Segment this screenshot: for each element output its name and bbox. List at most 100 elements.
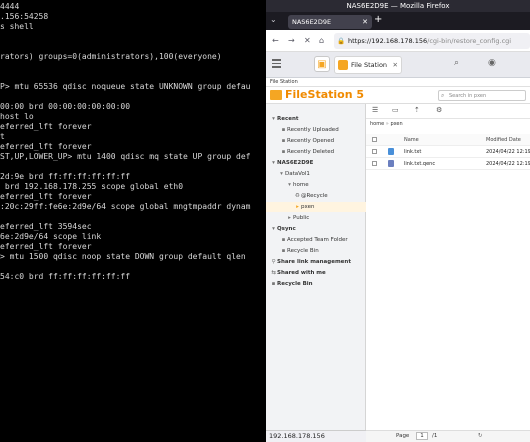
sidebar-item-qsync-recycle-bin[interactable]: ▪ Recycle Bin	[266, 246, 366, 256]
share-icon: ⇆	[271, 270, 276, 276]
row-checkbox[interactable]	[372, 161, 377, 166]
sidebar-item-recently-deleted[interactable]: ▪ Recently Deleted	[266, 147, 366, 157]
encrypted-file-icon	[388, 160, 394, 167]
navigation-bar: ← → ✕ ⌂ 🔒 https://192.168.178.156/cgi-bi…	[266, 30, 530, 52]
chevron-down-icon: ▾	[272, 226, 275, 232]
terminal-line: 4444	[0, 2, 20, 11]
terminal-line: eferred_lft forever	[0, 192, 92, 201]
terminal-line: brd 192.168.178.255 scope global eth0	[0, 182, 184, 191]
sidebar-item-pxen[interactable]: ▸ pxen	[266, 202, 366, 212]
text-file-icon	[388, 148, 394, 155]
new-tab-icon[interactable]: +	[374, 14, 382, 25]
column-name[interactable]: Name	[404, 134, 419, 146]
back-icon[interactable]: ←	[272, 36, 279, 45]
sidebar-item-share-link-management[interactable]: ⚲Share link management	[266, 257, 366, 267]
folder-icon: ▸	[288, 215, 291, 221]
file-station-sidebar: ▾ Recent ▪ Recently Uploaded ▪ Recently Ope…	[266, 104, 366, 430]
terminal-line: .156:54258	[0, 12, 49, 21]
sidebar-item-recycle-folder[interactable]: ♻@Recycle	[266, 191, 366, 201]
home-icon[interactable]: ⌂	[319, 36, 324, 45]
terminal-line: t	[0, 132, 5, 141]
sidebar-item-recycle-bin[interactable]: ▪ Recycle Bin	[266, 279, 366, 289]
sidebar-item-home[interactable]: ▾ home	[266, 180, 366, 190]
table-row[interactable]: link.txt.qenc 2024/04/22 12:19	[366, 158, 530, 170]
sidebar-item-datavol1[interactable]: ▾ DataVol1	[266, 169, 366, 179]
terminal-line: rators) groups=0(administrators),100(eve…	[0, 52, 222, 61]
browser-tab[interactable]: NAS6E2D9E ✕	[288, 15, 372, 29]
list-tabs-icon[interactable]: ⌄	[270, 15, 277, 24]
sidebar-item-recently-opened[interactable]: ▪ Recently Opened	[266, 136, 366, 146]
file-name[interactable]: link.txt.qenc	[404, 158, 435, 170]
sidebar-item-accepted-team-folder[interactable]: ▪ Accepted Team Folder	[266, 235, 366, 245]
terminal-line: 54:c0 brd ff:ff:ff:ff:ff:ff	[0, 272, 131, 281]
trash-icon: ▪	[281, 149, 286, 155]
url-bar[interactable]: 🔒 https://192.168.178.156/cgi-bin/restor…	[334, 33, 530, 49]
clock-icon: ▪	[281, 138, 286, 144]
status-url: 192.168.178.156	[266, 430, 366, 442]
close-app-icon[interactable]: ✕	[393, 57, 398, 74]
sidebar-section-qsync[interactable]: ▾ Qsync	[266, 224, 366, 234]
search-placeholder: Search in pxen	[449, 93, 487, 99]
refresh-icon[interactable]: ↻	[478, 431, 483, 442]
table-row[interactable]: link.txt 2024/04/22 12:19	[366, 146, 530, 158]
file-station-title: FileStation 5	[285, 88, 365, 101]
trash-icon: ▪	[271, 281, 276, 287]
terminal-line: 00:00 brd 00:00:00:00:00:00	[0, 102, 131, 111]
terminal-line: 6e:2d9e/64 scope link	[0, 232, 102, 241]
terminal-line: eferred_lft forever	[0, 122, 92, 131]
lock-icon[interactable]: 🔒	[337, 33, 345, 49]
file-station-icon	[338, 60, 348, 70]
terminal-window[interactable]: 4444.156:54258 s shell rators) groups=0(ad…	[0, 0, 266, 442]
breadcrumb-home[interactable]: home	[370, 121, 384, 127]
search-icon[interactable]: ⌕	[454, 58, 459, 68]
upload-icon[interactable]: ⇡	[414, 106, 420, 114]
sidebar-section-recent[interactable]: ▾ Recent	[266, 114, 366, 124]
page-total: /1	[432, 433, 438, 439]
file-name[interactable]: link.txt	[404, 146, 421, 158]
breadcrumb-pxen[interactable]: pxen	[390, 121, 402, 127]
sidebar-section-nas[interactable]: ▾ NAS6E2D9E	[266, 158, 366, 168]
url-host: https://192.168.178.156	[348, 37, 428, 45]
more-actions-icon[interactable]: ⚙	[436, 106, 442, 114]
app-grid-icon[interactable]: ▣	[314, 56, 330, 72]
column-modified-date[interactable]: Modified Date	[486, 134, 521, 146]
main-menu-icon[interactable]	[272, 59, 281, 68]
folder-icon: ▾	[288, 182, 291, 188]
page-input[interactable]: 1	[416, 432, 428, 440]
terminal-line: s shell	[0, 22, 34, 31]
sidebar-item-public[interactable]: ▸ Public	[266, 213, 366, 223]
file-table: Name Modified Date link.txt 2024/04/22 1…	[366, 134, 530, 170]
table-header: Name Modified Date	[366, 134, 530, 146]
sidebar-item-shared-with-me[interactable]: ⇆Shared with me	[266, 268, 366, 278]
terminal-line: eferred_lft forever	[0, 242, 92, 251]
view-mode-icon[interactable]: ☰	[372, 106, 378, 114]
file-search-input[interactable]: ⌕ Search in pxen	[438, 90, 526, 101]
select-all-checkbox[interactable]	[372, 137, 377, 142]
terminal-line: host lo	[0, 112, 34, 121]
file-date: 2024/04/22 12:19	[486, 161, 530, 167]
file-station-app-tab[interactable]: File Station ✕	[334, 56, 402, 74]
create-folder-icon[interactable]: ▭	[392, 106, 399, 114]
terminal-line: eferred_lft forever	[0, 142, 92, 151]
forward-icon[interactable]: →	[288, 36, 295, 45]
stop-icon[interactable]: ✕	[304, 36, 311, 45]
breadcrumb: home » pxen	[370, 121, 403, 127]
pagination-bar: Page 1 /1 ↻	[366, 430, 530, 442]
tab-bar: ⌄ NAS6E2D9E ✕ +	[266, 12, 530, 30]
search-icon: ⌕	[441, 92, 445, 99]
user-icon[interactable]: ◉	[488, 58, 496, 68]
terminal-line: eferred_lft 3594sec	[0, 222, 92, 231]
sidebar-item-recently-uploaded[interactable]: ▪ Recently Uploaded	[266, 125, 366, 135]
disk-icon: ▾	[280, 171, 283, 177]
terminal-line: :20c:29ff:fe6e:2d9e/64 scope global mngt…	[0, 202, 251, 211]
row-checkbox[interactable]	[372, 149, 377, 154]
qts-taskbar: ▣ File Station ✕ ⌕ ◉	[266, 52, 530, 78]
close-tab-icon[interactable]: ✕	[362, 15, 368, 29]
file-station-logo-icon	[270, 90, 282, 100]
upload-icon: ▪	[281, 127, 286, 133]
file-date: 2024/04/22 12:19	[486, 149, 530, 155]
